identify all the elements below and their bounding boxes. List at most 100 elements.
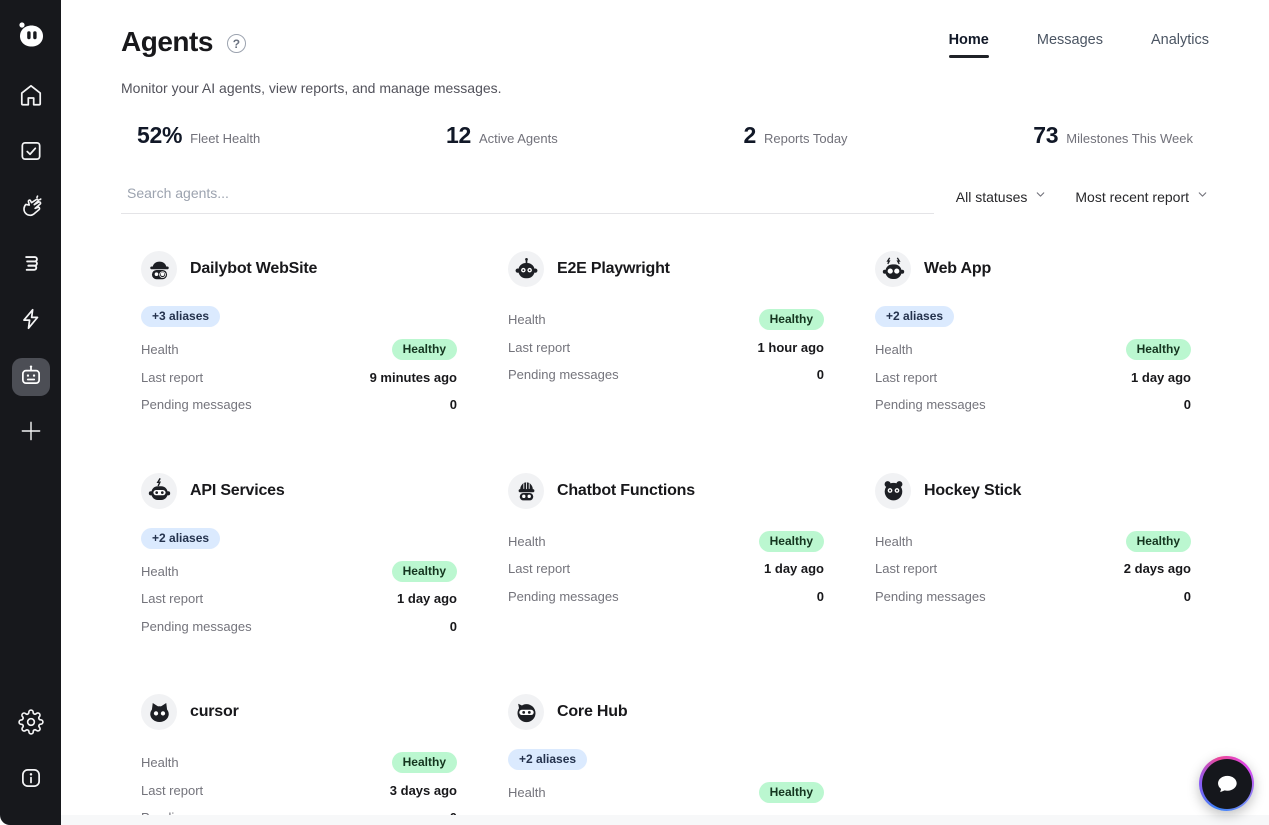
stat-milestones: 73 Milestones This Week xyxy=(1033,122,1193,149)
tab-analytics[interactable]: Analytics xyxy=(1151,32,1209,58)
sidebar-item-settings[interactable] xyxy=(12,705,50,743)
health-row: Health Healthy xyxy=(508,779,824,807)
stat-value: 73 xyxy=(1033,122,1058,149)
page-title: Agents xyxy=(121,26,213,58)
sort-dropdown[interactable]: Most recent report xyxy=(1075,188,1209,206)
last-report-value: 2 days ago xyxy=(1124,561,1191,576)
tab-messages[interactable]: Messages xyxy=(1037,32,1103,58)
health-row: Health Healthy xyxy=(875,336,1191,364)
check-square-icon xyxy=(18,138,44,169)
sidebar-nav xyxy=(12,78,50,470)
stat-fleet-health: 52% Fleet Health xyxy=(137,122,260,149)
health-row: Health Healthy xyxy=(508,306,824,334)
add-plus-icon xyxy=(18,418,44,449)
aliases-badge: +2 aliases xyxy=(141,528,220,549)
agent-card-header: E2E Playwright xyxy=(508,251,824,287)
workflows-lines-icon xyxy=(18,250,44,281)
health-status-badge: Healthy xyxy=(392,752,457,773)
page-subtitle: Monitor your AI agents, view reports, an… xyxy=(121,80,1209,96)
agent-card[interactable]: Dailybot WebSite +3 aliases Health Healt… xyxy=(141,251,457,419)
last-report-label: Last report xyxy=(875,561,937,576)
status-filter-label: All statuses xyxy=(956,189,1028,205)
sidebar-item-info[interactable] xyxy=(12,761,50,799)
pending-messages-row: Pending messages 0 xyxy=(141,613,457,641)
panda-robot-avatar-icon xyxy=(875,473,911,509)
last-report-row: Last report 1 day ago xyxy=(141,585,457,613)
agent-card[interactable]: Chatbot Functions Health Healthy Last re… xyxy=(508,473,824,641)
last-report-label: Last report xyxy=(141,783,203,798)
pending-messages-label: Pending messages xyxy=(141,619,252,634)
sidebar-item-checkins[interactable] xyxy=(12,134,50,172)
chat-fab-button[interactable] xyxy=(1199,756,1254,811)
pending-messages-value: 0 xyxy=(1184,589,1191,604)
health-row: Health Healthy xyxy=(141,336,457,364)
chat-bubble-icon xyxy=(1202,759,1252,809)
sidebar-item-kudos[interactable] xyxy=(12,190,50,228)
sidebar-item-agents[interactable] xyxy=(12,358,50,396)
tab-home[interactable]: Home xyxy=(949,32,989,58)
health-label: Health xyxy=(141,564,179,579)
pending-messages-label: Pending messages xyxy=(508,367,619,382)
health-label: Health xyxy=(508,312,546,327)
pending-messages-label: Pending messages xyxy=(141,397,252,412)
agent-name: cursor xyxy=(190,703,239,721)
last-report-row: Last report 1 day ago xyxy=(875,364,1191,392)
health-status-badge: Healthy xyxy=(1126,339,1191,360)
agent-name: Dailybot WebSite xyxy=(190,260,317,278)
stat-label: Active Agents xyxy=(479,131,558,146)
last-report-value: 1 day ago xyxy=(1131,370,1191,385)
health-label: Health xyxy=(141,342,179,357)
health-row: Health Healthy xyxy=(875,528,1191,556)
last-report-label: Last report xyxy=(508,340,570,355)
last-report-row: Last report 1 day ago xyxy=(508,555,824,583)
help-circle-icon[interactable]: ? xyxy=(227,34,246,53)
robot-antenna-avatar-icon xyxy=(508,251,544,287)
agent-card-header: Chatbot Functions xyxy=(508,473,824,509)
last-report-label: Last report xyxy=(508,561,570,576)
stat-value: 2 xyxy=(743,122,756,149)
health-status-badge: Healthy xyxy=(392,561,457,582)
last-report-row: Last report 1 hour ago xyxy=(508,334,824,362)
agent-card-header: Hockey Stick xyxy=(875,473,1191,509)
pending-messages-value: 0 xyxy=(450,619,457,634)
agent-name: Hockey Stick xyxy=(924,482,1021,500)
last-report-label: Last report xyxy=(141,370,203,385)
status-filter-dropdown[interactable]: All statuses xyxy=(956,188,1048,206)
bottom-strip xyxy=(61,815,1269,825)
agent-card[interactable]: Hockey Stick Health Healthy Last report … xyxy=(875,473,1191,641)
stat-value: 52% xyxy=(137,122,182,149)
pending-messages-row: Pending messages 0 xyxy=(508,583,824,611)
sidebar-item-workflows[interactable] xyxy=(12,246,50,284)
agent-card[interactable]: API Services +2 aliases Health Healthy L… xyxy=(141,473,457,641)
stats-row: 52% Fleet Health 12 Active Agents 2 Repo… xyxy=(121,122,1209,149)
sidebar-item-automations[interactable] xyxy=(12,302,50,340)
agent-name: Core Hub xyxy=(557,703,627,721)
pending-messages-row: Pending messages 0 xyxy=(875,391,1191,419)
dailybot-logo[interactable] xyxy=(11,16,51,56)
pending-messages-row: Pending messages 0 xyxy=(508,361,824,389)
tabs: Home Messages Analytics xyxy=(949,32,1209,58)
agent-card[interactable]: E2E Playwright Health Healthy Last repor… xyxy=(508,251,824,419)
agent-card[interactable]: Core Hub +2 aliases Health Healthy Last … xyxy=(508,694,824,825)
sidebar-item-add[interactable] xyxy=(12,414,50,452)
last-report-value: 1 hour ago xyxy=(758,340,824,355)
stat-value: 12 xyxy=(446,122,471,149)
pending-messages-row: Pending messages 0 xyxy=(141,391,457,419)
pending-messages-value: 0 xyxy=(1184,397,1191,412)
health-status-badge: Healthy xyxy=(759,309,824,330)
sidebar xyxy=(0,0,61,825)
robot-bolts-avatar-icon xyxy=(875,251,911,287)
agent-card[interactable]: Web App +2 aliases Health Healthy Last r… xyxy=(875,251,1191,419)
stat-reports-today: 2 Reports Today xyxy=(743,122,847,149)
aliases-badge: +2 aliases xyxy=(508,749,587,770)
search-input[interactable] xyxy=(121,179,934,214)
health-status-badge: Healthy xyxy=(759,782,824,803)
agent-name: API Services xyxy=(190,482,285,500)
last-report-value: 9 minutes ago xyxy=(370,370,457,385)
agent-name: Chatbot Functions xyxy=(557,482,695,500)
health-label: Health xyxy=(875,342,913,357)
sidebar-item-home[interactable] xyxy=(12,78,50,116)
agent-card[interactable]: cursor Health Healthy Last report 3 days… xyxy=(141,694,457,825)
agent-name: Web App xyxy=(924,260,991,278)
last-report-label: Last report xyxy=(875,370,937,385)
